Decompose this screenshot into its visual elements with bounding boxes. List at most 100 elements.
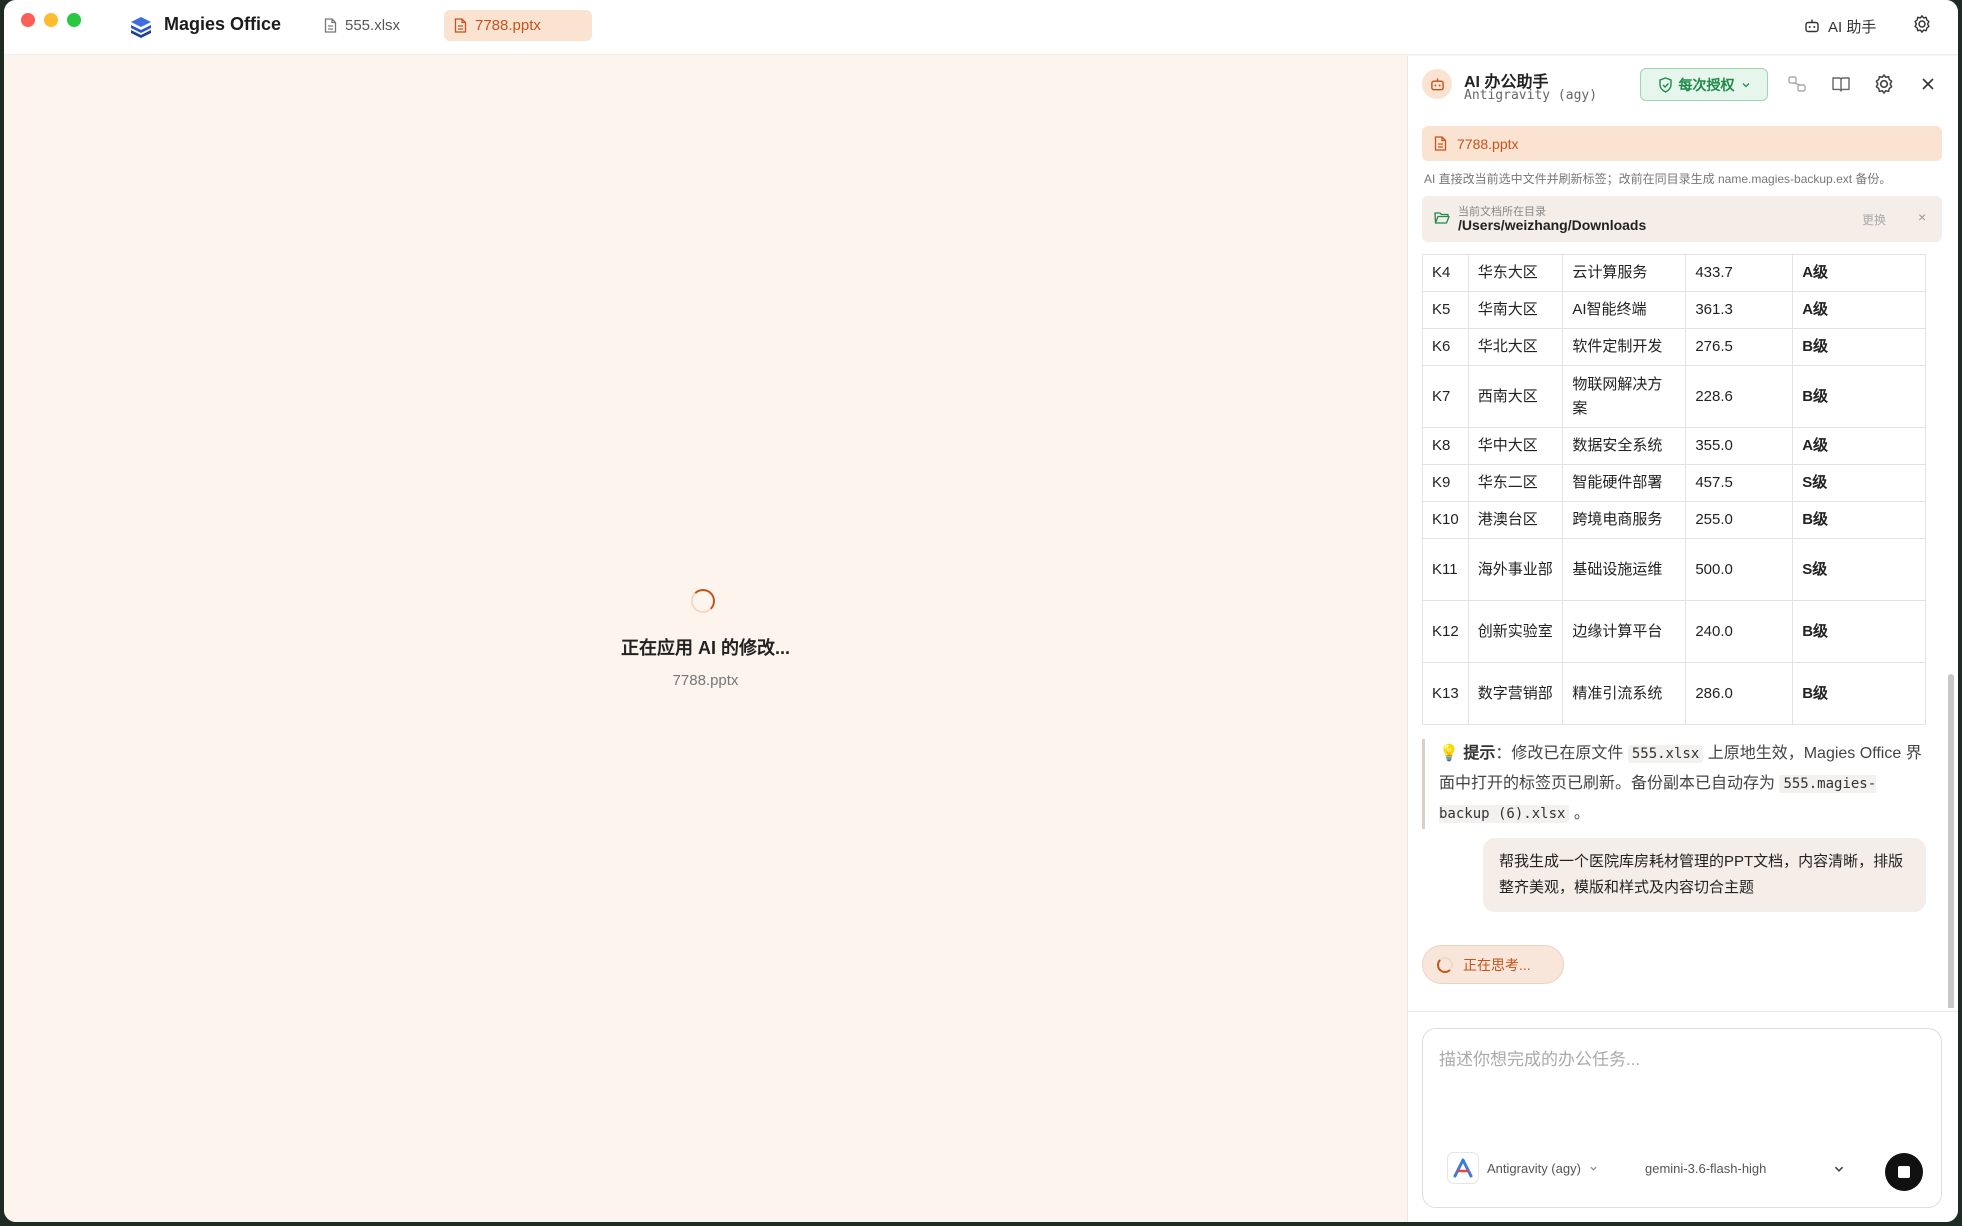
tab-7788-pptx[interactable]: 7788.pptx [444,10,592,41]
table-cell-value: 361.3 [1685,291,1794,329]
stop-button[interactable] [1885,1153,1923,1191]
table-cell-region: 创新实验室 [1467,600,1564,663]
table-cell-id: K11 [1422,538,1469,601]
table-cell-grade: S级 [1792,464,1926,502]
tip-message: 💡 提示：修改已在原文件 555.xlsx 上原地生效，Magies Offic… [1422,739,1926,829]
title-bar: Magies Office 555.xlsx 7788.pptx AI 助手 [4,0,1958,55]
table-cell-id: K5 [1422,291,1469,329]
robot-icon [1805,19,1819,33]
chevron-down-icon [1742,82,1749,87]
table-row: K9 华东二区 智能硬件部署 457.5 S级 [1422,464,1926,502]
table-cell-id: K4 [1422,254,1469,292]
table-cell-id: K7 [1422,365,1469,428]
chevron-down-icon [1834,1166,1844,1172]
tip-text: ：修改已在原文件 [1495,745,1628,762]
table-row: K12 创新实验室 边缘计算平台 240.0 B级 [1422,600,1926,663]
table-cell-product: 云计算服务 [1562,254,1687,292]
table-cell-product: 数据安全系统 [1562,427,1687,465]
chevron-down-icon [1590,1166,1597,1171]
table-cell-grade: A级 [1792,427,1926,465]
table-cell-id: K8 [1422,427,1469,465]
file-icon [454,18,467,33]
backup-note: AI 直接改当前选中文件并刷新标签；改前在同目录生成 name.magies-b… [1424,172,1892,186]
table-cell-product: 物联网解决方案 [1562,365,1687,428]
model-selector[interactable]: gemini-3.6-flash-high [1645,1161,1845,1176]
table-cell-grade: B级 [1792,501,1926,539]
lightbulb-icon: 💡 [1439,745,1459,762]
directory-path: /Users/weizhang/Downloads [1458,217,1647,233]
table-row: K11 海外事业部 基础设施运维 500.0 S级 [1422,538,1926,601]
clear-directory-button[interactable]: × [1918,209,1926,225]
loading-spinner [691,589,715,613]
table-cell-value: 228.6 [1685,365,1794,428]
table-cell-value: 500.0 [1685,538,1794,601]
table-cell-value: 355.0 [1685,427,1794,465]
table-cell-id: K10 [1422,501,1469,539]
table-cell-id: K9 [1422,464,1469,502]
table-cell-grade: B级 [1792,328,1926,366]
tab-555-xlsx[interactable]: 555.xlsx [314,10,424,41]
table-cell-product: 边缘计算平台 [1562,600,1687,663]
composer: Antigravity (agy) gemini-3.6-flash-high [1422,1028,1942,1208]
link-icon[interactable] [1786,73,1808,95]
panel-subtitle: Antigravity (agy) [1464,88,1598,103]
loading-file-name: 7788.pptx [672,672,739,689]
file-icon [1434,136,1447,151]
table-cell-product: 软件定制开发 [1562,328,1687,366]
close-window-button[interactable] [21,13,35,27]
assistant-avatar [1422,69,1452,99]
table-cell-grade: B级 [1792,662,1926,725]
folder-open-icon [1434,212,1450,224]
stop-icon [1898,1166,1910,1178]
table-cell-region: 华东二区 [1467,464,1564,502]
book-icon[interactable] [1830,73,1852,95]
app-window: Magies Office 555.xlsx 7788.pptx AI 助手 正… [4,0,1958,1222]
table-row: K8 华中大区 数据安全系统 355.0 A级 [1422,427,1926,465]
table-cell-value: 457.5 [1685,464,1794,502]
table-cell-id: K13 [1422,662,1469,725]
task-input[interactable] [1439,1045,1919,1105]
ai-assistant-label: AI 助手 [1828,18,1877,36]
table-cell-product: 跨境电商服务 [1562,501,1687,539]
table-cell-value: 286.0 [1685,662,1794,725]
table-row: K5 华南大区 AI智能终端 361.3 A级 [1422,291,1926,329]
maximize-window-button[interactable] [67,13,81,27]
app-logo-icon [131,17,151,38]
table-cell-product: 基础设施运维 [1562,538,1687,601]
agent-selector[interactable]: Antigravity (agy) [1447,1152,1598,1184]
gear-icon[interactable] [1873,73,1895,95]
tip-text: 。 [1569,805,1590,822]
table-cell-product: AI智能终端 [1562,291,1687,329]
table-cell-product: 智能硬件部署 [1562,464,1687,502]
chat-scrollbar[interactable] [1948,674,1954,1008]
thinking-indicator: 正在思考... [1422,945,1564,984]
table-cell-value: 255.0 [1685,501,1794,539]
working-directory-box: 当前文档所在目录 /Users/weizhang/Downloads 更换 × [1422,196,1942,242]
current-file-banner: 7788.pptx [1422,126,1942,161]
table-row: K7 西南大区 物联网解决方案 228.6 B级 [1422,365,1926,428]
table-row: K13 数字营销部 精准引流系统 286.0 B级 [1422,662,1926,725]
table-cell-region: 华中大区 [1467,427,1564,465]
close-icon[interactable] [1917,73,1939,95]
result-table: K4 华东大区 云计算服务 433.7 A级 K5 华南大区 AI智能终端 361.3 A级 K6 华… [1422,254,1926,725]
file-icon [324,18,337,33]
chat-messages: K4 华东大区 云计算服务 433.7 A级 K5 华南大区 AI智能终端 361.3 A级 K6 华… [1408,254,1958,1008]
table-cell-grade: B级 [1792,600,1926,663]
change-directory-button[interactable]: 更换 [1862,211,1886,228]
antigravity-logo-icon [1447,1152,1479,1184]
current-file-name: 7788.pptx [1457,135,1519,152]
authorization-label: 每次授权 [1678,76,1735,93]
tip-file: 555.xlsx [1627,745,1704,763]
divider [1408,1011,1958,1012]
shield-check-icon [1658,76,1672,93]
minimize-window-button[interactable] [44,13,58,27]
gear-icon[interactable] [1912,14,1932,34]
table-cell-grade: B级 [1792,365,1926,428]
model-label: gemini-3.6-flash-high [1645,1161,1767,1176]
tip-label: 提示 [1463,745,1496,762]
table-cell-product: 精准引流系统 [1562,662,1687,725]
document-canvas: 正在应用 AI 的修改... 7788.pptx [4,56,1407,1222]
table-cell-region: 华北大区 [1467,328,1564,366]
ai-assistant-button[interactable]: AI 助手 [1804,13,1876,39]
authorization-dropdown[interactable]: 每次授权 [1640,68,1768,101]
